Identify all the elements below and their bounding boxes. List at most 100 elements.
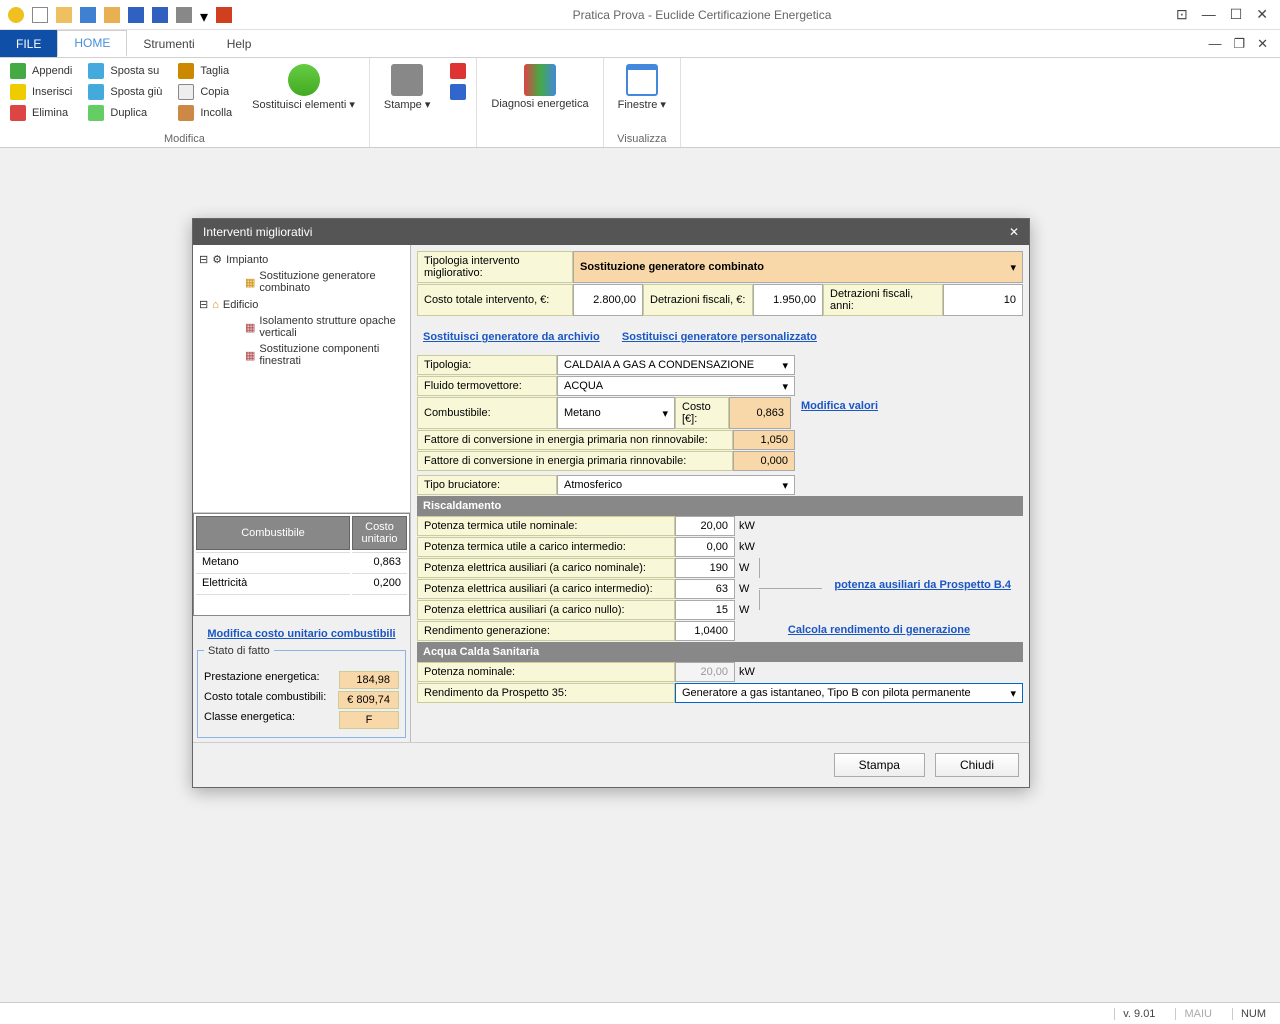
sposta-giu-button[interactable]: Sposta giù	[86, 83, 164, 101]
diagnosi-button[interactable]: Diagnosi energetica	[485, 62, 594, 112]
copy-icon	[178, 84, 194, 100]
costo-combust-value: 0,863	[729, 397, 791, 429]
window-icon	[626, 64, 658, 96]
rend-gen-input[interactable]: 1,0400	[675, 621, 735, 641]
table-row[interactable]: Elettricità0,200	[196, 573, 407, 592]
pot-nom-input[interactable]: 20,00	[675, 516, 735, 536]
fattore-r-value: 0,000	[733, 451, 795, 471]
table-row[interactable]: Metano0,863	[196, 552, 407, 571]
save-icon[interactable]	[128, 7, 144, 23]
maximize-icon[interactable]: ☐	[1230, 6, 1243, 23]
group-visualizza-label: Visualizza	[612, 131, 672, 145]
tree-edificio[interactable]: ⊟⌂Edificio	[199, 296, 404, 313]
potenza-ausiliari-link[interactable]: potenza ausiliari da Prospetto B.4	[834, 579, 1011, 591]
finestre-button[interactable]: Finestre ▾	[612, 62, 672, 113]
stampe-button[interactable]: Stampe ▾	[378, 62, 437, 113]
mdi-minimize-icon[interactable]: —	[1208, 36, 1221, 51]
tipologia-intervento-select[interactable]: Sostituzione generatore combinato▾	[573, 251, 1023, 283]
modifica-valori-link[interactable]: Modifica valori	[801, 400, 878, 412]
fattore-nr-value: 1,050	[733, 430, 795, 450]
elimina-button[interactable]: Elimina	[8, 104, 74, 122]
word-button[interactable]	[448, 83, 468, 101]
open-icon[interactable]	[56, 7, 72, 23]
stampa-button[interactable]: Stampa	[834, 753, 925, 777]
incolla-button[interactable]: Incolla	[176, 104, 234, 122]
dialog-title: Interventi migliorativi	[203, 225, 312, 239]
interventi-tree[interactable]: ⊟⚙Impianto ▦Sostituzione generatore comb…	[193, 245, 410, 513]
chiudi-button[interactable]: Chiudi	[935, 753, 1019, 777]
duplica-button[interactable]: Duplica	[86, 104, 164, 122]
mdi-restore-icon[interactable]: ❐	[1233, 36, 1245, 52]
replace-icon	[288, 64, 320, 96]
tree-sost-gen[interactable]: ▦Sostituzione generatore combinato	[199, 268, 404, 296]
printer-icon	[391, 64, 423, 96]
pdf-button[interactable]	[448, 62, 468, 80]
rendimento-prospetto-select[interactable]: Generatore a gas istantaneo, Tipo B con …	[675, 683, 1023, 703]
pot-el-int-input[interactable]: 63	[675, 579, 735, 599]
riscaldamento-header: Riscaldamento	[417, 496, 1023, 516]
stop-icon[interactable]	[216, 7, 232, 23]
chevron-down-icon: ▾	[782, 359, 788, 372]
minimize-icon[interactable]: —	[1202, 6, 1216, 23]
acs-header: Acqua Calda Sanitaria	[417, 642, 1023, 662]
detrazioni-anni-input[interactable]: 10	[943, 284, 1023, 316]
ribbon: Appendi Inserisci Elimina Sposta su Spos…	[0, 58, 1280, 148]
appendi-button[interactable]: Appendi	[8, 62, 74, 80]
mod-cost-link[interactable]: Modifica costo unitario combustibili	[207, 628, 395, 640]
sostituisci-archivio-link[interactable]: Sostituisci generatore da archivio	[423, 331, 600, 343]
minus-red-icon	[10, 105, 26, 121]
taglia-button[interactable]: Taglia	[176, 62, 234, 80]
costo-value: € 809,74	[338, 691, 399, 709]
calcola-rendimento-link[interactable]: Calcola rendimento di generazione	[788, 624, 970, 636]
copia-button[interactable]: Copia	[176, 83, 234, 101]
tipo-bruciatore-select[interactable]: Atmosferico▾	[557, 475, 795, 495]
tab-home[interactable]: HOME	[57, 30, 127, 57]
costo-totale-input[interactable]: 2.800,00	[573, 284, 643, 316]
sposta-su-button[interactable]: Sposta su	[86, 62, 164, 80]
app-icon[interactable]	[8, 7, 24, 23]
tab-file[interactable]: FILE	[0, 30, 57, 57]
tipologia-select[interactable]: CALDAIA A GAS A CONDENSAZIONE▾	[557, 355, 795, 375]
gear-icon: ⚙	[212, 253, 222, 266]
fluido-select[interactable]: ACQUA▾	[557, 376, 795, 396]
house-icon: ⌂	[212, 299, 219, 311]
sostituisci-personalizzato-link[interactable]: Sostituisci generatore personalizzato	[622, 331, 817, 343]
window-title: Pratica Prova - Euclide Certificazione E…	[240, 8, 1164, 22]
paste-icon	[178, 105, 194, 121]
close-icon[interactable]: ✕	[1256, 6, 1268, 23]
combustibile-select[interactable]: Metano▾	[557, 397, 675, 429]
new-icon[interactable]	[32, 7, 48, 23]
pot-int-input[interactable]: 0,00	[675, 537, 735, 557]
tree-impianto[interactable]: ⊟⚙Impianto	[199, 251, 404, 268]
dialog-close-icon[interactable]: ✕	[1009, 225, 1019, 239]
plus-green-icon	[10, 63, 26, 79]
sostituisci-button[interactable]: Sostituisci elementi ▾	[246, 62, 361, 113]
window-comp-icon: ▦	[245, 349, 255, 362]
prestazione-value: 184,98	[339, 671, 399, 689]
pot-acs-input: 20,00	[675, 662, 735, 682]
dropdown-icon[interactable]: ▾	[200, 7, 208, 23]
restore-in-icon[interactable]: ⊡	[1176, 6, 1188, 23]
maiu-indicator: MAIU	[1175, 1008, 1220, 1020]
tab-strumenti[interactable]: Strumenti	[127, 30, 210, 57]
mdi-close-icon[interactable]: ✕	[1257, 36, 1268, 52]
tab-help[interactable]: Help	[211, 30, 268, 57]
print-icon[interactable]	[176, 7, 192, 23]
pot-el-null-input[interactable]: 15	[675, 600, 735, 620]
version-label: v. 9.01	[1114, 1008, 1163, 1020]
chevron-down-icon: ▾	[1010, 261, 1016, 274]
saveas-icon[interactable]	[152, 7, 168, 23]
interventi-dialog: Interventi migliorativi ✕ ⊟⚙Impianto ▦So…	[192, 218, 1030, 788]
tree-sost-comp[interactable]: ▦Sostituzione componenti finestrati	[199, 341, 404, 369]
folder-icon[interactable]	[104, 7, 120, 23]
boiler-icon: ▦	[245, 276, 255, 289]
device-icon[interactable]	[80, 7, 96, 23]
titlebar: ▾ Pratica Prova - Euclide Certificazione…	[0, 0, 1280, 30]
tree-isolamento[interactable]: ▦Isolamento strutture opache verticali	[199, 313, 404, 341]
arrow-down-icon	[88, 84, 104, 100]
pot-el-nom-input[interactable]: 190	[675, 558, 735, 578]
num-indicator: NUM	[1232, 1008, 1274, 1020]
inserisci-button[interactable]: Inserisci	[8, 83, 74, 101]
duplicate-icon	[88, 105, 104, 121]
detrazioni-input[interactable]: 1.950,00	[753, 284, 823, 316]
